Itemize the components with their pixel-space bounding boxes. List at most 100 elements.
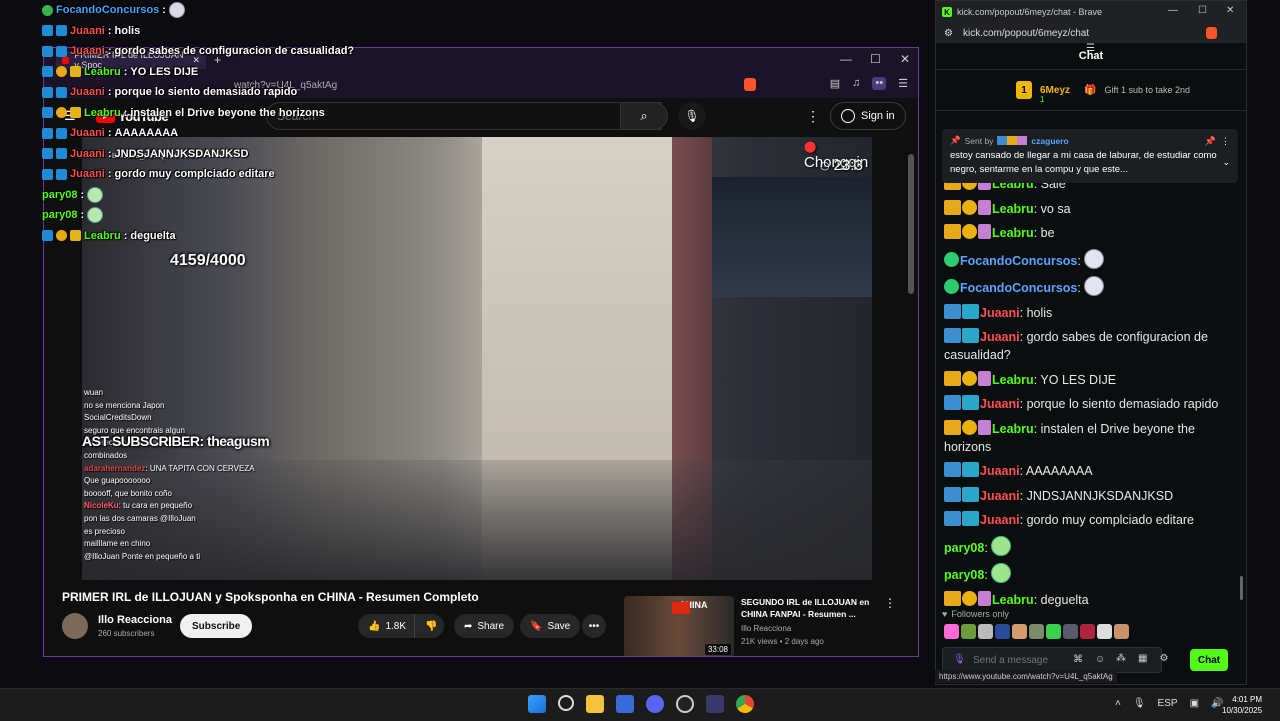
store-icon[interactable]	[616, 695, 634, 713]
chat-username[interactable]: Leabru	[992, 226, 1034, 240]
emote-picker-icon[interactable]: ⁂	[1116, 653, 1126, 664]
discord-icon[interactable]	[646, 695, 664, 713]
chat-message[interactable]: Leabru: be	[944, 224, 1234, 242]
menu-icon[interactable]: ☰	[898, 77, 908, 90]
dislike-button[interactable]: 👎	[414, 614, 444, 638]
chat-username[interactable]: Leabru	[992, 202, 1034, 216]
network-icon[interactable]: ▣	[1190, 698, 1199, 709]
kick-url[interactable]: kick.com/popout/6meyz/chat	[963, 28, 1089, 39]
chat-message[interactable]: Juaani: holis	[944, 303, 1234, 322]
chat-message[interactable]: Juaani: gordo sabes de configuracion de …	[944, 328, 1234, 364]
chat-message[interactable]: FocandoConcursos:	[944, 248, 1234, 270]
emote-heart-outline-icon[interactable]	[995, 624, 1010, 639]
chat-username[interactable]: pary08	[944, 541, 984, 555]
voice-search-button[interactable]: 🎙	[678, 102, 706, 130]
channel-name[interactable]: Illo Reacciona	[98, 614, 172, 626]
chat-username[interactable]: FocandoConcursos	[960, 281, 1077, 295]
chat-username[interactable]: pary08	[944, 568, 984, 582]
share-button[interactable]: ➦ Share	[454, 614, 515, 638]
language-indicator[interactable]: ESP	[1158, 698, 1178, 709]
brave-shield-icon[interactable]	[744, 78, 756, 91]
close-window-icon[interactable]: ✕	[900, 52, 910, 66]
minimize-icon[interactable]: —	[840, 52, 852, 66]
pinned-username[interactable]: czaguero	[1031, 136, 1068, 146]
chat-message[interactable]: Leabru: instalen el Drive beyone the hor…	[944, 419, 1234, 456]
related-video[interactable]: CHINA 33:08 SEGUNDO IRL de ILLOJUAN en C…	[624, 596, 914, 656]
obs-icon[interactable]	[676, 695, 694, 713]
extension-icon[interactable]: ••	[872, 77, 887, 90]
collapse-icon[interactable]: ☰	[1086, 43, 1095, 54]
save-button[interactable]: 🔖 Save	[520, 614, 581, 638]
maximize-icon[interactable]: ☐	[1198, 5, 1207, 16]
emote-face-icon[interactable]	[1012, 624, 1027, 639]
emote-cat-icon[interactable]	[978, 624, 993, 639]
more-options-icon[interactable]: ⋮	[806, 108, 820, 125]
emote-ghost-icon[interactable]	[1046, 624, 1061, 639]
emote-car-icon[interactable]	[961, 624, 976, 639]
chevron-up-icon[interactable]: ˄	[1115, 698, 1121, 709]
maximize-icon[interactable]: ☐	[870, 52, 881, 66]
search-icon[interactable]	[558, 695, 574, 711]
chat-message[interactable]: pary08:	[944, 563, 1234, 584]
reader-icon[interactable]: ▤	[830, 77, 840, 90]
chat-username[interactable]: Juaani	[980, 306, 1020, 320]
gift-text[interactable]: Gift 1 sub to take 2nd	[1104, 85, 1190, 95]
pinned-options-icon[interactable]: ⋮	[1221, 136, 1230, 147]
chrome-icon[interactable]	[736, 695, 754, 713]
chat-scrollbar[interactable]	[1240, 576, 1243, 600]
emote-frog-icon[interactable]	[1029, 624, 1044, 639]
chat-message[interactable]: Juaani: gordo muy complciado editare	[944, 511, 1234, 529]
microphone-tray-icon[interactable]: 🎙	[1133, 698, 1146, 709]
chat-username[interactable]: Juaani	[980, 489, 1020, 503]
microphone-icon[interactable]: 🎙	[953, 654, 966, 665]
chat-username[interactable]: Leabru	[992, 593, 1034, 607]
pin-icon[interactable]: 📌	[1205, 136, 1216, 147]
related-more-icon[interactable]: ⋮	[884, 596, 896, 610]
minimize-icon[interactable]: —	[1168, 5, 1178, 16]
chat-message[interactable]: FocandoConcursos:	[944, 276, 1234, 297]
chat-message[interactable]: Leabru: vo sa	[944, 199, 1234, 218]
related-title[interactable]: SEGUNDO IRL de ILLOJUAN en CHINA FANPAI …	[741, 596, 891, 620]
chevron-down-icon[interactable]: ⌄	[1222, 157, 1230, 168]
leader-username[interactable]: 6Meyz	[1040, 85, 1070, 96]
settings-icon[interactable]: ⚙	[1159, 653, 1168, 664]
chat-username[interactable]: Juaani	[980, 397, 1020, 411]
store-icon[interactable]: ▦	[1138, 653, 1147, 664]
chat-message[interactable]: Leabru: YO LES DIJE	[944, 370, 1234, 389]
commands-icon[interactable]: ⌘	[1073, 654, 1083, 665]
emote-man-icon[interactable]	[1114, 624, 1129, 639]
search-button[interactable]: ⌕	[620, 102, 668, 130]
emote-blob-icon[interactable]	[1063, 624, 1078, 639]
subscribe-button[interactable]: Subscribe	[180, 614, 253, 638]
emote-red-icon[interactable]	[1080, 624, 1095, 639]
brave-shield-icon[interactable]	[1206, 27, 1217, 39]
sign-in-button[interactable]: Sign in	[830, 102, 906, 130]
chat-message[interactable]: Juaani: porque lo siento demasiado rapid…	[944, 395, 1234, 413]
channel-avatar[interactable]	[62, 613, 88, 639]
chat-message[interactable]: Leabru: deguelta	[944, 590, 1234, 609]
emoji-icon[interactable]: ☺	[1095, 654, 1105, 665]
chat-username[interactable]: FocandoConcursos	[960, 254, 1077, 268]
close-window-icon[interactable]: ✕	[1226, 5, 1234, 16]
windows-start-icon[interactable]	[528, 695, 546, 713]
pinned-message[interactable]: 📌 Sent by czaguero estoy cansado de lleg…	[942, 129, 1238, 183]
chat-username[interactable]: Juaani	[980, 464, 1020, 478]
site-settings-icon[interactable]: ⚙	[944, 28, 953, 39]
emote-sword-icon[interactable]	[1097, 624, 1112, 639]
related-thumbnail[interactable]: CHINA 33:08	[624, 596, 734, 656]
chat-username[interactable]: Leabru	[992, 422, 1034, 436]
chat-message[interactable]: pary08:	[944, 535, 1234, 557]
like-button[interactable]: 👍 1.8K	[358, 614, 414, 638]
taskbar-clock[interactable]: 4:01 PM 10/30/2025	[1222, 694, 1262, 716]
chat-username[interactable]: Leabru	[992, 373, 1034, 387]
chat-message[interactable]: Juaani: AAAAAAAA	[944, 462, 1234, 480]
kick-url-bar[interactable]: ⚙ kick.com/popout/6meyz/chat	[936, 23, 1246, 43]
chat-username[interactable]: Juaani	[980, 330, 1020, 344]
brave-browser-icon[interactable]	[706, 695, 724, 713]
music-icon[interactable]: ♫	[852, 77, 860, 90]
chat-username[interactable]: Juaani	[980, 513, 1020, 527]
chat-send-button[interactable]: Chat	[1190, 649, 1228, 671]
yt-scrollbar[interactable]	[908, 154, 914, 294]
related-channel[interactable]: Illo Reacciona	[741, 624, 791, 633]
file-explorer-icon[interactable]	[586, 695, 604, 713]
